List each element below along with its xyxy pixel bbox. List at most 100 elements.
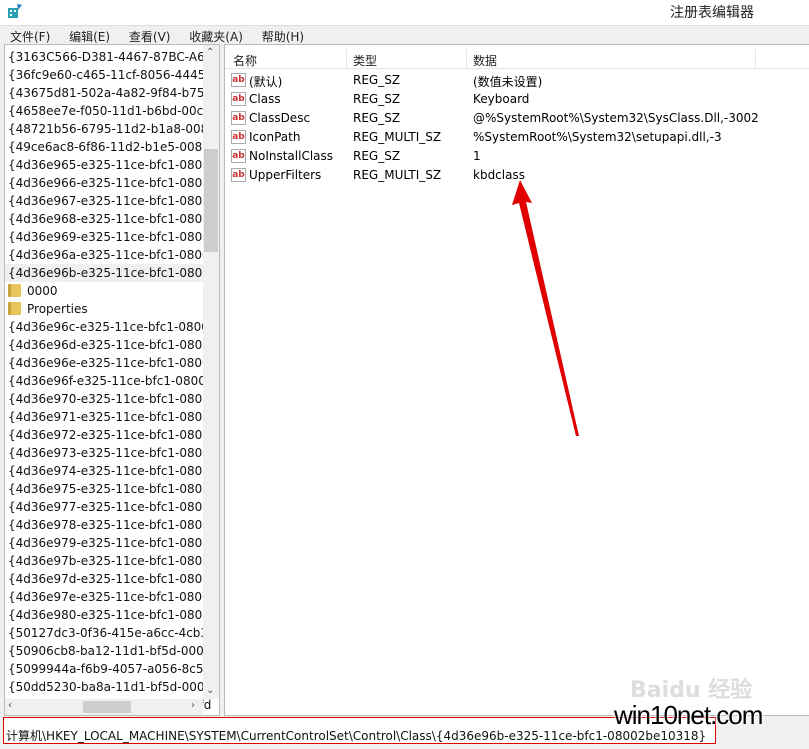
tree-item-label: {4d36e971-e325-11ce-bfc1-08002 (8, 410, 218, 424)
column-name[interactable]: 名称 (233, 52, 257, 69)
tree-item[interactable]: {43675d81-502a-4a82-9f84-b75f4 (8, 84, 216, 102)
value-row[interactable]: ab ClassDesc REG_SZ @%SystemRoot%\System… (225, 109, 809, 128)
tree-item-label: Properties (27, 302, 88, 316)
tree-item[interactable]: {4658ee7e-f050-11d1-b6bd-00c04 (8, 102, 219, 120)
values-list[interactable]: 名称 类型 数据 ab (默认) REG_SZ (数值未设置) ab Class … (224, 44, 809, 716)
value-name: (默认) (249, 75, 283, 89)
tree-item-label: {4d36e980-e325-11ce-bfc1-08002 (8, 608, 218, 622)
tree-item[interactable]: {4d36e978-e325-11ce-bfc1-08002 (8, 516, 218, 534)
folder-icon (8, 284, 21, 297)
horizontal-scrollbar[interactable]: ‹ › (5, 699, 203, 715)
menu-file[interactable]: 文件(F) (10, 26, 50, 45)
tree-item[interactable]: {4d36e96f-e325-11ce-bfc1-08002 (8, 372, 213, 390)
tree-item[interactable]: {48721b56-6795-11d2-b1a8-0080 (8, 120, 216, 138)
tree-item[interactable]: {4d36e97d-e325-11ce-bfc1-08002 (8, 570, 218, 588)
tree-item[interactable]: {4d36e973-e325-11ce-bfc1-08002 (8, 444, 218, 462)
value-data: @%SystemRoot%\System32\SysClass.Dll,-300… (473, 111, 759, 125)
tree-item-label: {4d36e967-e325-11ce-bfc1-08002 (8, 194, 218, 208)
scroll-left-icon[interactable]: ‹ (8, 700, 12, 711)
tree-item[interactable]: {50dd5230-ba8a-11d1-bf5d-0000 (8, 678, 212, 696)
scroll-down-icon[interactable]: ⌄ (206, 685, 214, 696)
value-row[interactable]: ab IconPath REG_MULTI_SZ %SystemRoot%\Sy… (225, 128, 809, 147)
tree-item-label: {49ce6ac8-6f86-11d2-b1e5-0080c (8, 140, 217, 154)
folder-icon (8, 302, 21, 315)
string-value-icon: ab (231, 130, 246, 144)
menu-help[interactable]: 帮助(H) (262, 26, 304, 45)
tree-item-label: {4d36e96d-e325-11ce-bfc1-08002 (8, 338, 218, 352)
value-row[interactable]: ab (默认) REG_SZ (数值未设置) (225, 71, 809, 90)
tree-item[interactable]: {4d36e972-e325-11ce-bfc1-08002 (8, 426, 218, 444)
tree-item-label: {4d36e96e-e325-11ce-bfc1-08002 (8, 356, 218, 370)
value-type: REG_MULTI_SZ (353, 168, 442, 182)
value-name: UpperFilters (249, 168, 322, 182)
string-value-icon: ab (231, 149, 246, 163)
tree-item[interactable]: {4d36e970-e325-11ce-bfc1-08002 (8, 390, 218, 408)
menu-favorites[interactable]: 收藏夹(A) (189, 26, 243, 45)
tree-item-label: {4d36e969-e325-11ce-bfc1-08002 (8, 230, 218, 244)
tree-item-label: {4d36e972-e325-11ce-bfc1-08002 (8, 428, 218, 442)
tree-item-label: {4d36e975-e325-11ce-bfc1-08002 (8, 482, 218, 496)
tree-item-label: {4d36e96f-e325-11ce-bfc1-08002 (8, 374, 214, 388)
tree-item-label: 0000 (27, 284, 58, 298)
status-path: 计算机\HKEY_LOCAL_MACHINE\SYSTEM\CurrentCon… (6, 729, 707, 743)
tree-item[interactable]: {4d36e971-e325-11ce-bfc1-08002 (8, 408, 218, 426)
scroll-thumb-horizontal[interactable] (83, 701, 131, 713)
value-row[interactable]: ab Class REG_SZ Keyboard (225, 90, 809, 109)
tree-item-label: {4d36e96a-e325-11ce-bfc1-08002 (8, 248, 218, 262)
tree-item-label: {4d36e96c-e325-11ce-bfc1-08002 (8, 320, 217, 334)
tree-item[interactable]: {4d36e96b-e325-11ce-bfc1-08002 (5, 264, 218, 282)
value-data: 1 (473, 149, 481, 163)
tree-item[interactable]: {4d36e967-e325-11ce-bfc1-08002 (8, 192, 218, 210)
tree-item[interactable]: {50906cb8-ba12-11d1-bf5d-0000 (8, 642, 211, 660)
tree-item-label: {4658ee7e-f050-11d1-b6bd-00c04 (8, 104, 219, 118)
tree-item[interactable]: {49ce6ac8-6f86-11d2-b1e5-0080c (8, 138, 216, 156)
tree-item[interactable]: {4d36e96e-e325-11ce-bfc1-08002 (8, 354, 217, 372)
tree-item-label: {3163C566-D381-4467-87BC-A65A (8, 50, 220, 64)
tree-item[interactable]: {4d36e96a-e325-11ce-bfc1-08002 (8, 246, 217, 264)
string-value-icon: ab (231, 92, 246, 106)
tree-item[interactable]: {4d36e974-e325-11ce-bfc1-08002 (8, 462, 218, 480)
tree-item[interactable]: {4d36e97e-e325-11ce-bfc1-08002 (8, 588, 217, 606)
value-row[interactable]: ab UpperFilters REG_MULTI_SZ kbdclass (225, 166, 809, 185)
tree-item[interactable]: {4d36e977-e325-11ce-bfc1-08002 (8, 498, 218, 516)
tree-item[interactable]: {4d36e965-e325-11ce-bfc1-08002 (8, 156, 218, 174)
tree-item[interactable]: {3163C566-D381-4467-87BC-A65A (8, 48, 220, 66)
tree-item[interactable]: {5099944a-f6b9-4057-a056-8c550 (8, 660, 219, 678)
tree-item[interactable]: {4d36e97b-e325-11ce-bfc1-08002 (8, 552, 218, 570)
scroll-right-icon[interactable]: › (191, 700, 195, 711)
tree-item-label: {4d36e97e-e325-11ce-bfc1-08002 (8, 590, 218, 604)
value-name: IconPath (249, 130, 301, 144)
tree-item[interactable]: {4d36e979-e325-11ce-bfc1-08002 (8, 534, 218, 552)
column-type[interactable]: 类型 (353, 52, 377, 69)
scroll-up-icon[interactable]: ⌃ (206, 47, 214, 58)
menu-view[interactable]: 查看(V) (129, 26, 171, 45)
column-header: 名称 类型 数据 (225, 47, 809, 69)
vertical-scrollbar[interactable]: ⌃ ⌄ (203, 45, 219, 699)
column-data[interactable]: 数据 (473, 52, 497, 69)
tree-item[interactable]: 0000 (8, 282, 58, 300)
tree-item-label: {4d36e970-e325-11ce-bfc1-08002 (8, 392, 218, 406)
tree-item[interactable]: {4d36e96d-e325-11ce-bfc1-08002 (8, 336, 218, 354)
status-highlight-box: 计算机\HKEY_LOCAL_MACHINE\SYSTEM\CurrentCon… (3, 717, 716, 744)
tree-item[interactable]: {4d36e975-e325-11ce-bfc1-08002 (8, 480, 218, 498)
tree-item[interactable]: {4d36e980-e325-11ce-bfc1-08002 (8, 606, 218, 624)
tree-item[interactable]: {4d36e968-e325-11ce-bfc1-08002 (8, 210, 218, 228)
key-tree[interactable]: {3163C566-D381-4467-87BC-A65A {36fc9e60-c… (4, 44, 220, 716)
tree-item[interactable]: {50127dc3-0f36-415e-a6cc-4cb3b (8, 624, 216, 642)
tree-item[interactable]: Properties (8, 300, 88, 318)
menu-edit[interactable]: 编辑(E) (69, 26, 110, 45)
tree-item[interactable]: {4d36e96c-e325-11ce-bfc1-08002 (8, 318, 217, 336)
tree-item[interactable]: {4d36e969-e325-11ce-bfc1-08002 (8, 228, 218, 246)
tree-item-label: {4d36e979-e325-11ce-bfc1-08002 (8, 536, 218, 550)
value-type: REG_SZ (353, 92, 401, 106)
tree-item-label: {5099944a-f6b9-4057-a056-8c550 (8, 662, 219, 676)
tree-item-label: {43675d81-502a-4a82-9f84-b75f4 (8, 86, 217, 100)
scroll-thumb[interactable] (204, 149, 218, 252)
value-data: %SystemRoot%\System32\setupapi.dll,-3 (473, 130, 722, 144)
tree-item[interactable]: {36fc9e60-c465-11cf-8056-444553 (8, 66, 219, 84)
value-row[interactable]: ab NoInstallClass REG_SZ 1 (225, 147, 809, 166)
regedit-icon (8, 4, 22, 18)
window-title: 注册表编辑器 (670, 5, 754, 21)
tree-item[interactable]: {4d36e966-e325-11ce-bfc1-08002 (8, 174, 218, 192)
value-name: Class (249, 92, 281, 106)
